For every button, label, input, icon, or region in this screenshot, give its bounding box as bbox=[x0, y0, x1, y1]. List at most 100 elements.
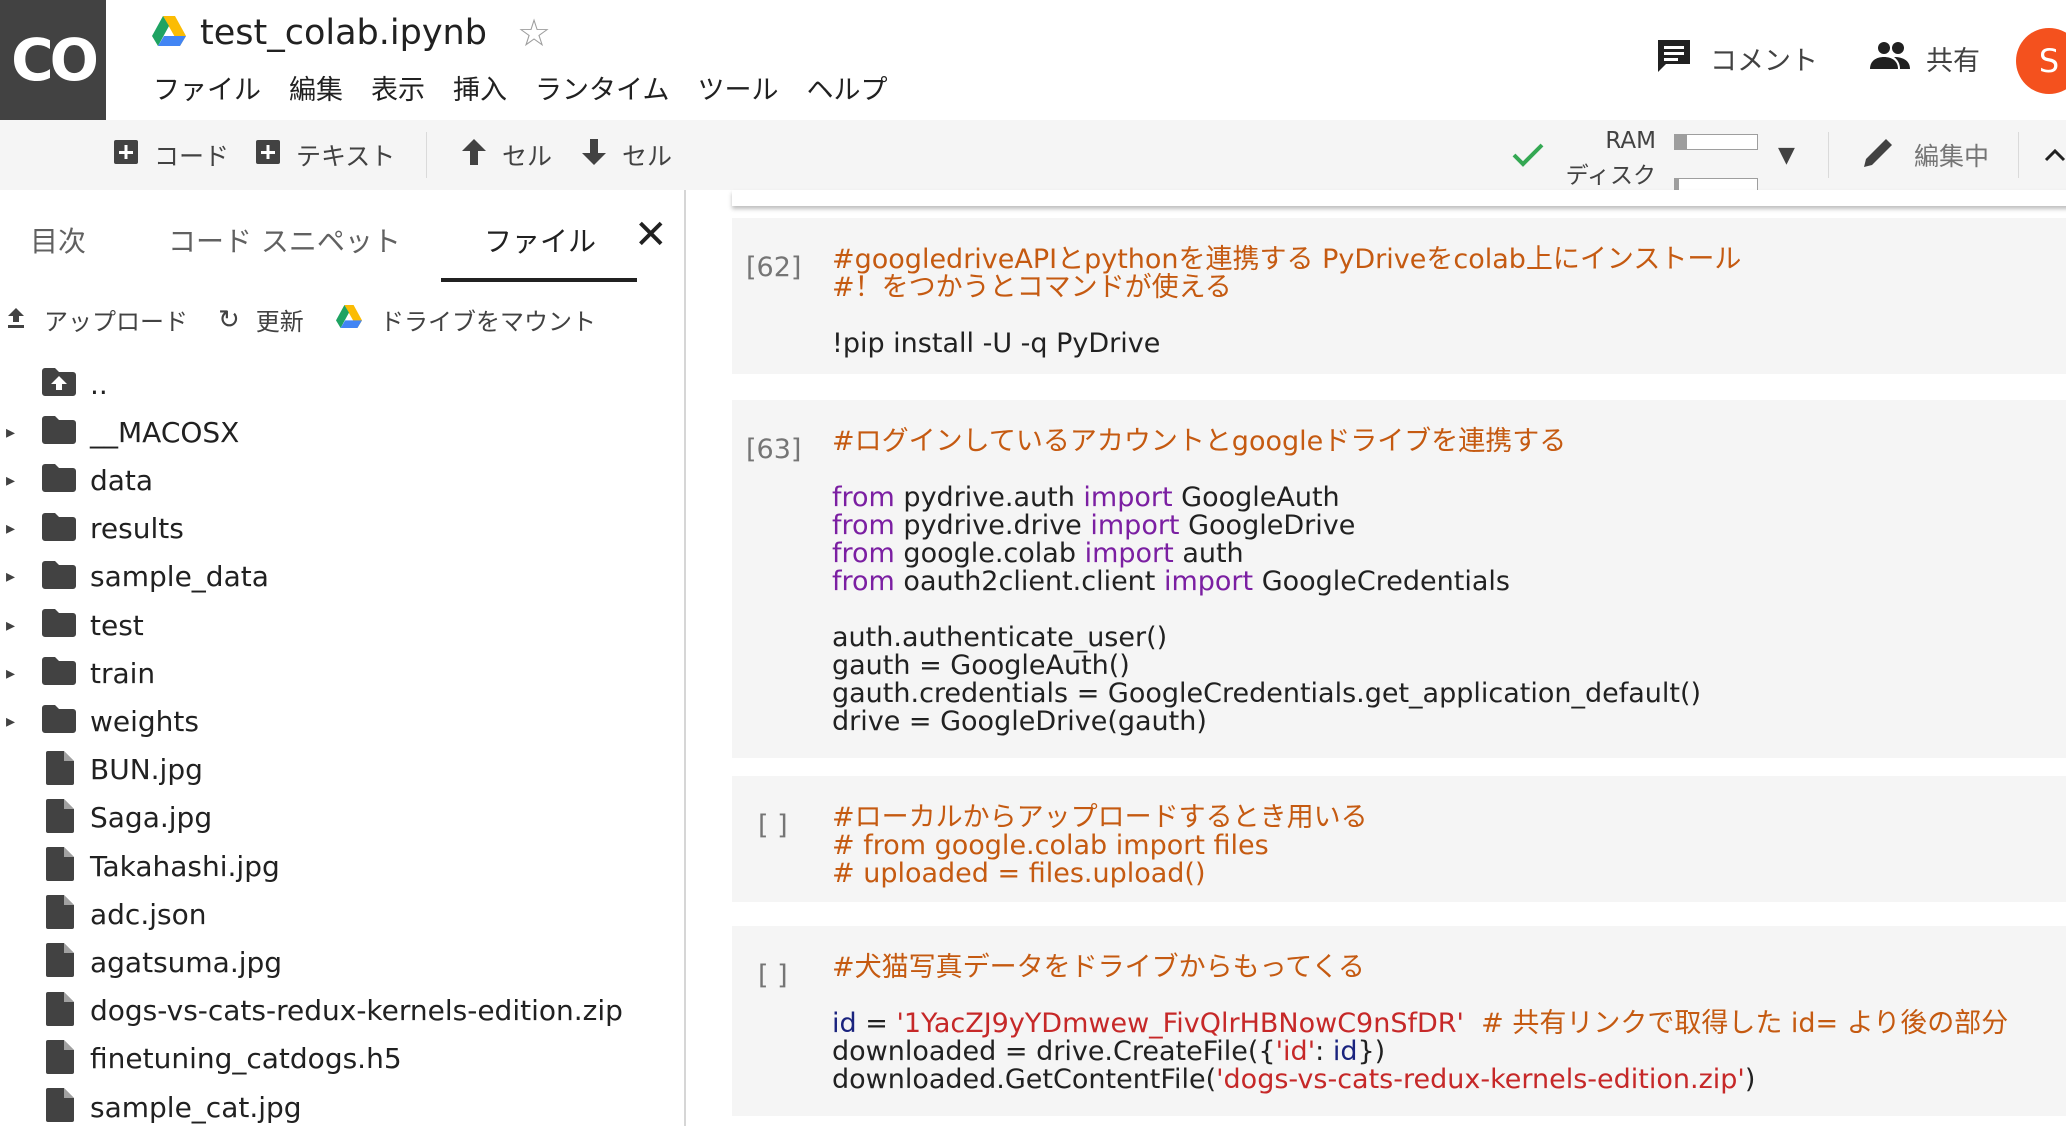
expand-arrow-icon[interactable]: ▸ bbox=[6, 663, 15, 684]
tree-item-label: BUN.jpg bbox=[90, 753, 203, 787]
menu-insert[interactable]: 挿入 bbox=[453, 68, 507, 108]
ram-label: RAM bbox=[1605, 128, 1656, 154]
share-button[interactable]: 共有 bbox=[1870, 38, 1980, 78]
file-icon bbox=[46, 847, 74, 885]
menu-help[interactable]: ヘルプ bbox=[806, 68, 887, 108]
code-token: ) bbox=[1744, 1064, 1756, 1095]
refresh-button[interactable]: ↻ 更新 bbox=[218, 302, 304, 337]
menu-runtime[interactable]: ランタイム bbox=[535, 68, 669, 108]
code-editor[interactable]: #ローカルからアップロードするとき用いる # from google.colab … bbox=[832, 804, 1368, 888]
code-token: #！をつかうとコマンドが使える bbox=[832, 272, 1232, 303]
run-cell-prompt[interactable]: [63] bbox=[746, 434, 801, 465]
code-editor[interactable]: #ログインしているアカウントとgoogleドライブを連携する from pydri… bbox=[832, 428, 1701, 736]
tab-code-snippets[interactable]: コード スニペット bbox=[168, 220, 401, 260]
folder-row[interactable]: ▸ data bbox=[0, 456, 684, 504]
plus-box-icon bbox=[256, 140, 280, 170]
collapse-header-icon[interactable] bbox=[2044, 120, 2066, 190]
move-cell-down-label: セル bbox=[622, 142, 673, 171]
code-cell[interactable]: [ ] #ローカルからアップロードするとき用いる # from google.col… bbox=[732, 776, 2066, 902]
tab-files[interactable]: ファイル bbox=[484, 220, 596, 260]
run-cell-prompt[interactable]: [62] bbox=[746, 252, 801, 283]
code-token: #googledriveAPIとpythonを連携する PyDriveをcola… bbox=[832, 244, 1742, 275]
mount-drive-button[interactable]: ドライブをマウント bbox=[336, 302, 596, 337]
tree-item-label: test bbox=[90, 608, 144, 642]
add-code-button[interactable]: コード bbox=[114, 120, 229, 190]
resource-monitor[interactable]: RAM ディスク bbox=[1562, 128, 1802, 194]
folder-icon bbox=[42, 560, 76, 593]
folder-icon bbox=[42, 657, 76, 689]
expand-arrow-icon[interactable]: ▸ bbox=[6, 470, 15, 491]
notebook-title[interactable]: test_colab.ipynb bbox=[200, 13, 487, 53]
move-cell-up-button[interactable]: セル bbox=[462, 120, 552, 190]
account-avatar[interactable]: S bbox=[2016, 28, 2066, 94]
file-row[interactable]: BUN.jpg bbox=[0, 746, 684, 794]
folder-row[interactable]: ▸ train bbox=[0, 649, 684, 697]
code-line: from pydrive.drive import GoogleDrive bbox=[832, 512, 1701, 540]
expand-arrow-icon[interactable]: ▸ bbox=[6, 566, 15, 587]
code-token: pydrive.auth bbox=[894, 482, 1084, 513]
file-icon bbox=[46, 1039, 74, 1078]
tree-item-label: sample_data bbox=[90, 560, 269, 594]
code-editor[interactable]: #犬猫写真データをドライブからもってくる id = '1YacZJ9yYDmwew… bbox=[832, 954, 2008, 1094]
file-row[interactable]: agatsuma.jpg bbox=[0, 938, 684, 986]
parent-folder-icon bbox=[42, 368, 76, 400]
tab-table-of-contents[interactable]: 目次 bbox=[30, 220, 86, 260]
run-cell-prompt[interactable]: [ ] bbox=[758, 960, 788, 991]
code-token: GoogleAuth bbox=[1172, 482, 1340, 513]
file-row[interactable]: adc.json bbox=[0, 890, 684, 938]
parent-folder-row[interactable]: .. bbox=[0, 360, 684, 408]
folder-icon bbox=[42, 416, 76, 448]
comment-button[interactable]: コメント bbox=[1656, 38, 1818, 78]
file-icon bbox=[46, 991, 74, 1030]
move-cell-down-button[interactable]: セル bbox=[582, 120, 672, 190]
file-row[interactable]: Takahashi.jpg bbox=[0, 842, 684, 890]
add-text-label: テキスト bbox=[296, 142, 396, 171]
code-token: : bbox=[1315, 1036, 1333, 1067]
folder-row[interactable]: ▸ results bbox=[0, 505, 684, 553]
expand-arrow-icon[interactable]: ▸ bbox=[6, 422, 15, 443]
folder-icon bbox=[42, 609, 76, 641]
editing-mode-button[interactable]: 編集中 bbox=[1864, 120, 1989, 190]
run-cell-prompt[interactable]: [ ] bbox=[758, 810, 788, 841]
code-line: #googledriveAPIとpythonを連携する PyDriveをcola… bbox=[832, 246, 1741, 274]
code-token: #ローカルからアップロードするとき用いる bbox=[832, 802, 1368, 833]
code-editor[interactable]: #googledriveAPIとpythonを連携する PyDriveをcola… bbox=[832, 246, 1741, 358]
folder-row[interactable]: ▸ __MACOSX bbox=[0, 408, 684, 456]
file-row[interactable]: sample_cat.jpg bbox=[0, 1083, 684, 1131]
tree-item-label: data bbox=[90, 463, 154, 497]
previous-cell-edge bbox=[732, 190, 2066, 206]
folder-row[interactable]: ▸ sample_data bbox=[0, 553, 684, 601]
code-cell[interactable]: [ ] #犬猫写真データをドライブからもってくる id = '1YacZJ9yYDm… bbox=[732, 926, 2066, 1116]
resource-dropdown-icon[interactable]: ▼ bbox=[1778, 120, 1795, 190]
code-cell[interactable]: [62] #googledriveAPIとpythonを連携する PyDriveを… bbox=[732, 218, 2066, 374]
file-row[interactable]: finetuning_catdogs.h5 bbox=[0, 1035, 684, 1083]
file-row[interactable]: dogs-vs-cats-redux-kernels-edition.zip bbox=[0, 987, 684, 1035]
menu-view[interactable]: 表示 bbox=[371, 68, 425, 108]
upload-button[interactable]: アップロード bbox=[6, 302, 188, 337]
code-cell[interactable]: [63] #ログインしているアカウントとgoogleドライブを連携する from p… bbox=[732, 400, 2066, 758]
code-line: gauth.credentials = GoogleCredentials.ge… bbox=[832, 680, 1701, 708]
folder-row[interactable]: ▸ weights bbox=[0, 697, 684, 745]
refresh-icon: ↻ bbox=[218, 304, 240, 335]
expand-arrow-icon[interactable]: ▸ bbox=[6, 711, 15, 732]
folder-row[interactable]: ▸ test bbox=[0, 601, 684, 649]
star-icon[interactable]: ☆ bbox=[517, 11, 551, 55]
code-token: # 共有リンクで取得した id= より後の部分 bbox=[1463, 1008, 2009, 1039]
add-text-button[interactable]: テキスト bbox=[256, 120, 395, 190]
file-row[interactable]: Saga.jpg bbox=[0, 794, 684, 842]
tree-item-label: weights bbox=[90, 704, 199, 738]
expand-arrow-icon[interactable]: ▸ bbox=[6, 615, 15, 636]
colab-logo[interactable]: CO bbox=[0, 0, 106, 120]
code-token: id bbox=[1332, 1036, 1358, 1067]
folder-icon bbox=[42, 705, 76, 737]
menu-tools[interactable]: ツール bbox=[697, 68, 778, 108]
code-line: drive = GoogleDrive(gauth) bbox=[832, 708, 1701, 736]
menu-edit[interactable]: 編集 bbox=[289, 68, 343, 108]
ram-usage-fill bbox=[1675, 135, 1688, 149]
upload-icon bbox=[6, 306, 26, 334]
menu-file[interactable]: ファイル bbox=[153, 68, 261, 108]
expand-arrow-icon[interactable]: ▸ bbox=[6, 518, 15, 539]
tree-item-label: __MACOSX bbox=[90, 415, 240, 449]
close-icon[interactable]: ✕ bbox=[634, 212, 668, 258]
